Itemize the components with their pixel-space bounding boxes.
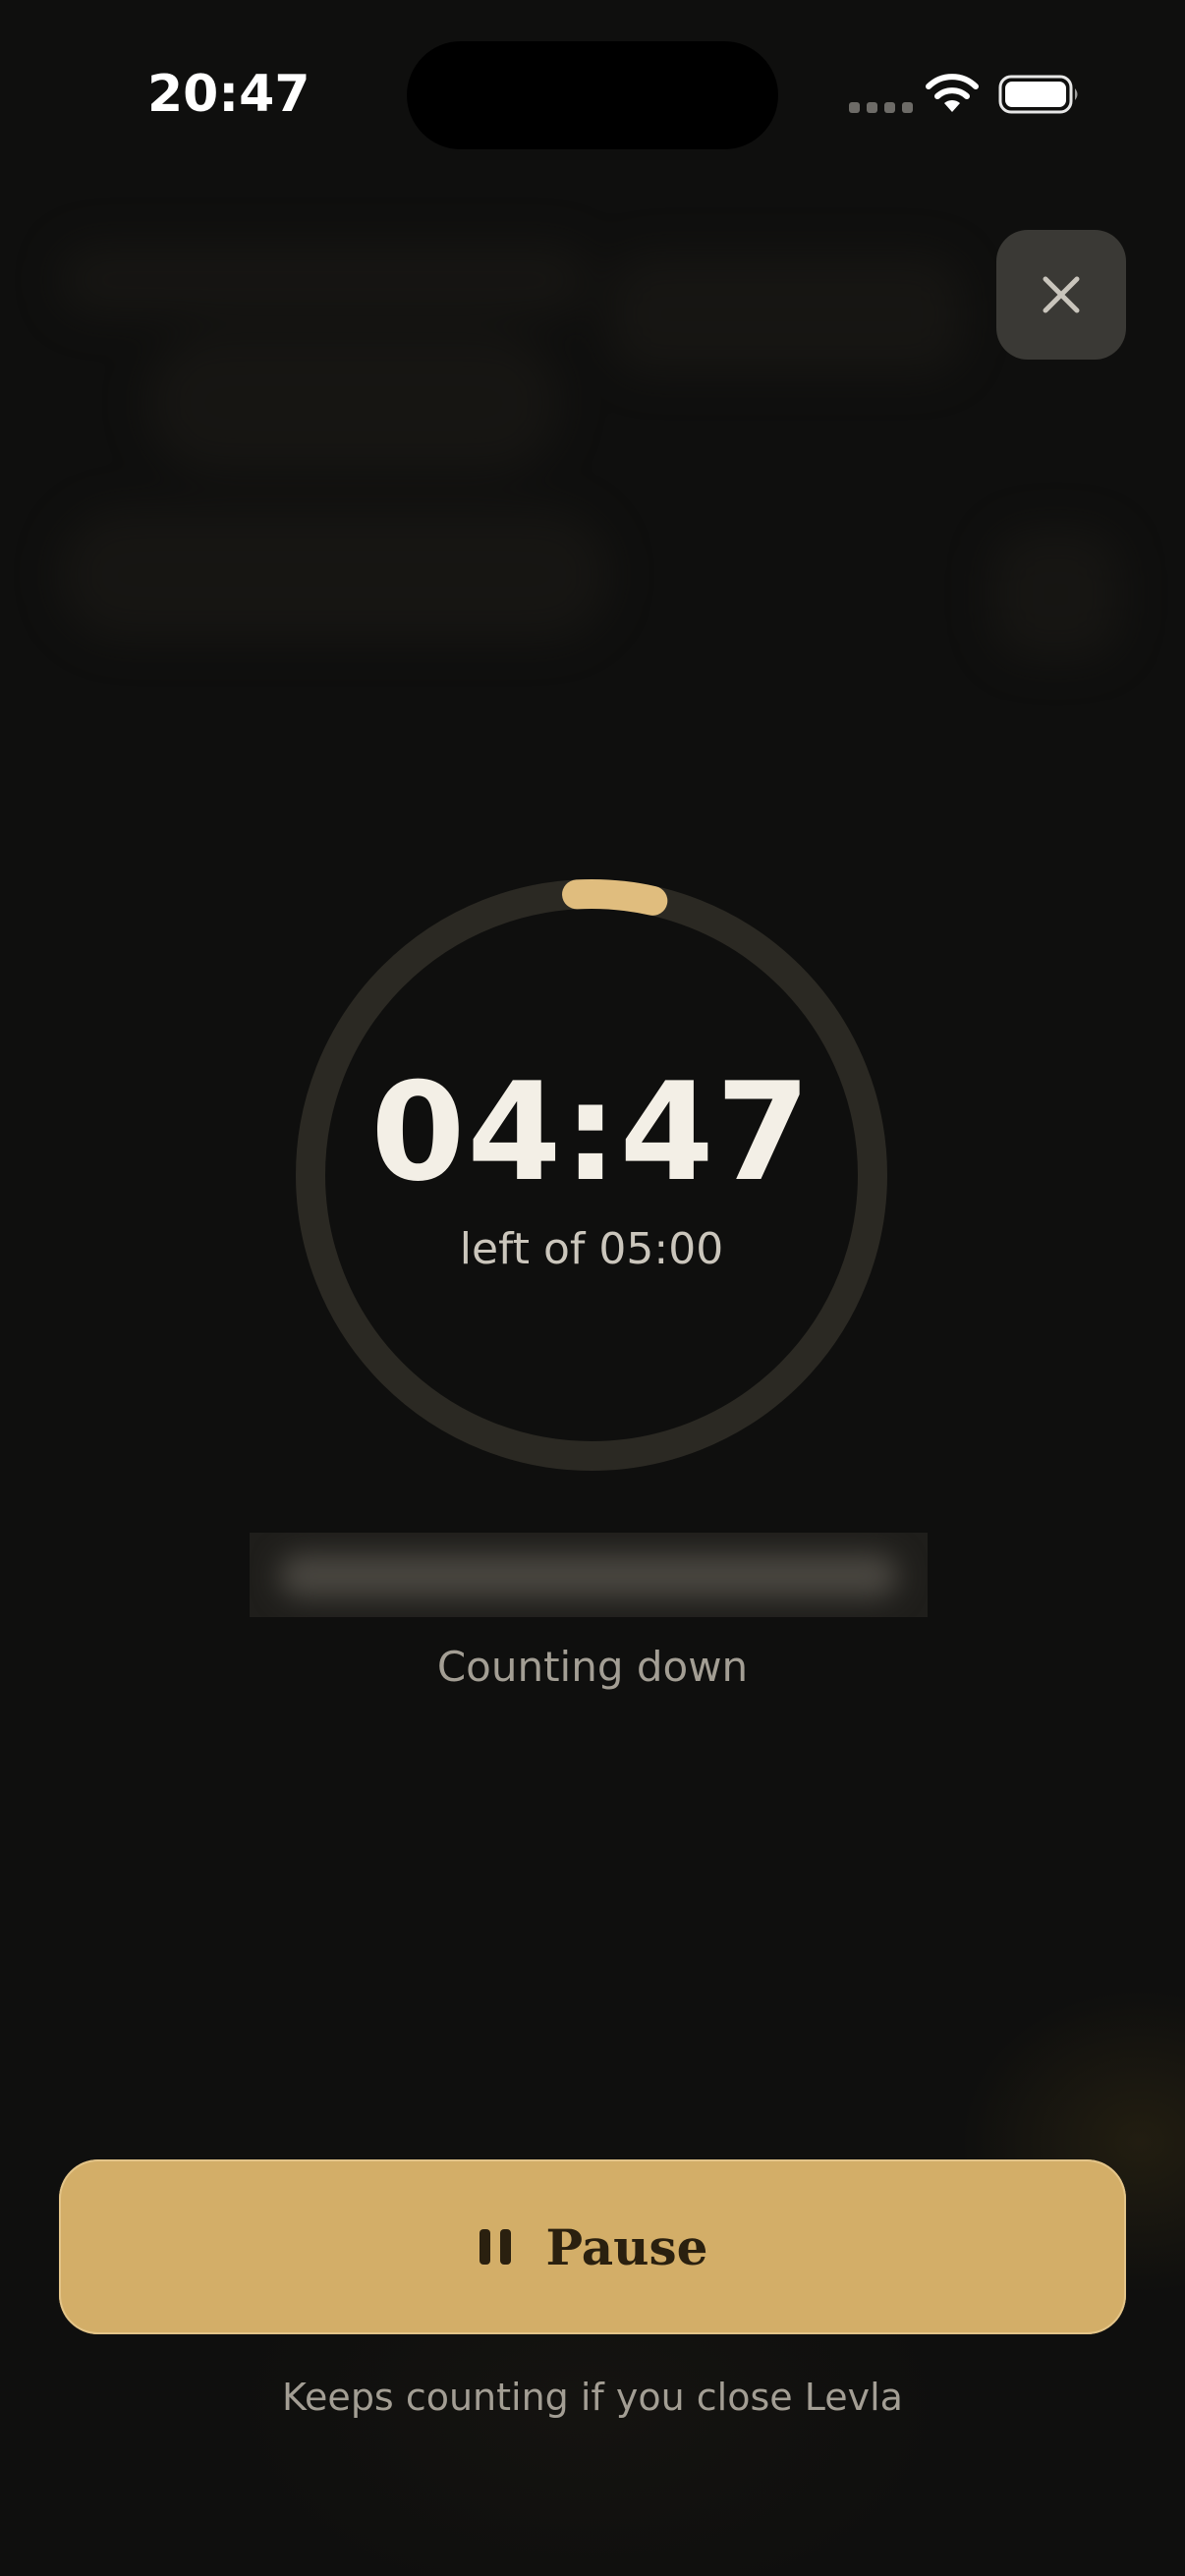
time-remaining: 04:47 [370,1053,813,1211]
cellular-signal-icon [849,102,913,113]
redacted-activity-name [250,1533,928,1617]
pause-button[interactable]: Pause [59,2159,1126,2334]
timer-state-label: Counting down [436,1643,749,1691]
pause-icon [479,2229,511,2265]
dynamic-island [407,41,778,149]
background-hint: Keeps counting if you close Levla [282,2376,903,2419]
time-total-caption: left of 05:00 [459,1224,724,1274]
wifi-icon [926,74,979,112]
close-icon [1043,276,1080,313]
countdown-ring: 04:47 left of 05:00 [295,878,888,1472]
pause-button-label: Pause [545,2217,708,2276]
status-bar-time: 20:47 [147,65,310,124]
battery-icon [998,75,1078,114]
timer-screen: 20:47 04:47 left of 05:00 Counting down [0,0,1185,2576]
close-button[interactable] [996,230,1126,360]
